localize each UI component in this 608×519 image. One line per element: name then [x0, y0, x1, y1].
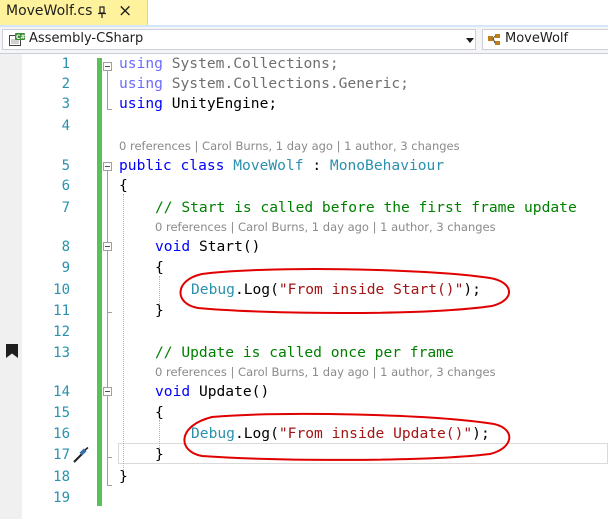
code-line[interactable]: 5 public class MoveWolf : MonoBehaviour	[0, 156, 608, 176]
code-line[interactable]: 2 using System.Collections.Generic;	[0, 74, 608, 94]
code-line[interactable]: 8 void Start()	[0, 237, 608, 257]
line-text: public class MoveWolf : MonoBehaviour	[119, 157, 445, 174]
navigation-bar: C# Assembly-CSharp MoveWolf	[0, 27, 608, 54]
line-text: void Start()	[155, 238, 261, 255]
project-dropdown[interactable]: C# Assembly-CSharp	[2, 29, 476, 50]
code-line[interactable]: 12	[0, 322, 608, 342]
document-tab-movewolf[interactable]: MoveWolf.cs ×	[0, 0, 148, 25]
line-text: Debug.Log("From inside Update()");	[191, 425, 490, 442]
line-text: Debug.Log("From inside Start()");	[191, 281, 481, 298]
line-number: 10	[53, 282, 70, 298]
line-text: }	[155, 302, 164, 319]
code-line[interactable]: 4	[0, 116, 608, 136]
line-number: 7	[61, 200, 70, 216]
code-line[interactable]: 11 }	[0, 301, 608, 321]
line-text: {	[119, 177, 128, 194]
code-editor[interactable]: 1 using System.Collections; 2 using Syst…	[0, 54, 608, 519]
chevron-down-icon[interactable]	[466, 38, 474, 43]
line-number: 17	[53, 447, 70, 463]
line-number: 3	[61, 96, 70, 112]
csharp-project-icon: C#	[9, 33, 25, 46]
line-text: }	[155, 446, 164, 463]
codelens-update[interactable]: 0 references | Carol Burns, 1 day ago | …	[155, 364, 496, 380]
document-tab-strip: MoveWolf.cs ×	[0, 0, 608, 27]
codelens-class[interactable]: 0 references | Carol Burns, 1 day ago | …	[119, 138, 460, 154]
line-text: {	[155, 259, 164, 276]
code-line[interactable]: 6 {	[0, 176, 608, 196]
code-line[interactable]: 18 }	[0, 467, 608, 487]
line-number: 19	[53, 490, 70, 506]
line-text: using System.Collections;	[119, 55, 339, 72]
code-line[interactable]: 15 {	[0, 403, 608, 423]
code-line[interactable]: 9 {	[0, 258, 608, 278]
line-number: 15	[53, 405, 70, 421]
line-text: // Update is called once per frame	[155, 344, 454, 361]
code-line[interactable]: 3 using UnityEngine;	[0, 94, 608, 114]
line-number: 5	[61, 158, 70, 174]
class-dropdown[interactable]: MoveWolf	[482, 29, 608, 50]
line-number: 18	[53, 469, 70, 485]
line-number: 4	[61, 118, 70, 134]
code-line[interactable]: 1 using System.Collections;	[0, 54, 608, 74]
code-line[interactable]: 13 // Update is called once per frame	[0, 343, 608, 363]
class-name: MoveWolf	[505, 31, 569, 46]
codelens-start[interactable]: 0 references | Carol Burns, 1 day ago | …	[155, 219, 496, 235]
line-text: }	[119, 468, 128, 485]
line-text: void Update()	[155, 383, 270, 400]
tab-title: MoveWolf.cs	[6, 3, 93, 19]
line-number: 8	[61, 239, 70, 255]
line-number: 6	[61, 178, 70, 194]
line-number: 9	[61, 260, 70, 276]
line-text: using UnityEngine;	[119, 95, 278, 112]
pin-icon[interactable]	[96, 6, 108, 18]
line-number: 12	[53, 324, 70, 340]
line-text: {	[155, 404, 164, 421]
class-icon	[488, 34, 500, 45]
line-text: // Start is called before the first fram…	[155, 199, 577, 216]
svg-text:C#: C#	[16, 34, 25, 41]
code-line[interactable]: 7 // Start is called before the first fr…	[0, 198, 608, 218]
project-name: Assembly-CSharp	[29, 31, 144, 46]
code-line[interactable]: 10 Debug.Log("From inside Start()");	[0, 280, 608, 300]
line-number: 14	[53, 384, 70, 400]
line-number: 16	[53, 426, 70, 442]
line-number: 11	[53, 303, 70, 319]
code-line[interactable]: 14 void Update()	[0, 382, 608, 402]
line-number: 1	[61, 56, 70, 72]
close-icon[interactable]: ×	[118, 1, 132, 21]
code-line[interactable]: 17 }	[0, 445, 608, 465]
code-line[interactable]: 16 Debug.Log("From inside Update()");	[0, 424, 608, 444]
line-number: 2	[61, 76, 70, 92]
line-text: using System.Collections.Generic;	[119, 75, 409, 92]
line-number: 13	[53, 345, 70, 361]
code-line[interactable]: 19	[0, 488, 608, 508]
